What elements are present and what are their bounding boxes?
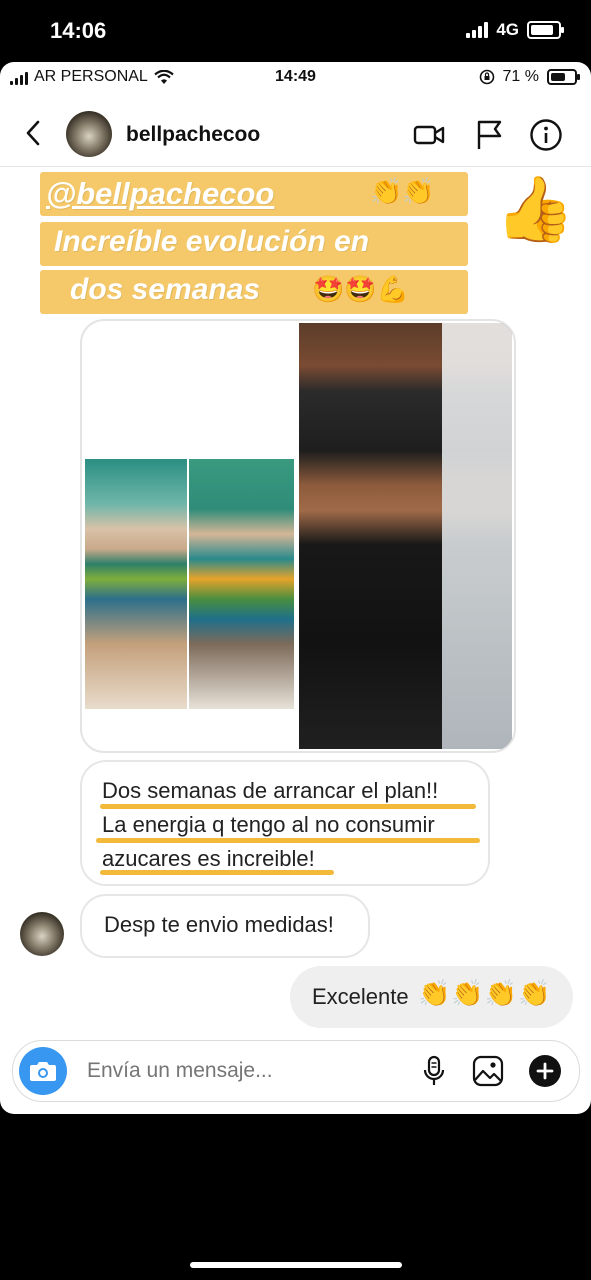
gallery-icon[interactable]: [471, 1054, 505, 1088]
inner-status-bar: AR PERSONAL 14:49 71 %: [0, 62, 591, 92]
camera-button[interactable]: [19, 1047, 67, 1095]
message-line: azucares es increible!: [102, 846, 315, 871]
plus-icon[interactable]: [528, 1054, 562, 1088]
battery-icon: [547, 69, 580, 85]
message-text: Excelente: [312, 984, 409, 1009]
message-bubble-received[interactable]: Desp te envio medidas!: [80, 894, 370, 958]
message-bubble-sent[interactable]: Excelente 👏👏👏👏: [290, 966, 573, 1028]
highlight-stroke: [100, 870, 334, 875]
microphone-icon[interactable]: [417, 1054, 451, 1088]
story-line-2: Increíble evolución en: [54, 225, 370, 258]
video-call-icon[interactable]: [412, 118, 446, 152]
outer-status-icons: 4G: [466, 20, 564, 40]
shared-story-text: @bellpachecoo 👏👏 Increíble evolución en …: [0, 172, 591, 314]
highlight-stroke: [96, 838, 480, 843]
avatar[interactable]: [66, 111, 112, 157]
signal-icon: [466, 22, 489, 38]
message-input[interactable]: [87, 1059, 387, 1083]
battery-percent: 71 %: [502, 68, 539, 85]
home-indicator: [190, 1262, 402, 1268]
story-line-3: dos semanas: [70, 273, 261, 306]
message-bubble-received[interactable]: Dos semanas de arrancar el plan!! La ene…: [80, 760, 490, 886]
inner-status-right: 71 %: [479, 68, 580, 86]
outer-clock: 14:06: [50, 18, 107, 43]
chat-header: bellpachecoo: [0, 102, 591, 167]
clap-emoji: 👏👏: [370, 176, 435, 206]
star-eyes-emoji: 🤩🤩💪: [312, 274, 410, 304]
shared-photo[interactable]: [80, 319, 516, 753]
outer-status-bar: 14:06 4G: [0, 0, 591, 62]
message-text: Desp te envio medidas!: [104, 912, 334, 937]
clap-emoji: 👏👏👏👏: [418, 978, 552, 1008]
story-mention: @bellpachecoo: [46, 176, 275, 211]
dm-screen: AR PERSONAL 14:49 71 % bellpachecoo @bel…: [0, 62, 591, 1114]
back-icon[interactable]: [20, 118, 50, 148]
chat-username[interactable]: bellpachecoo: [126, 123, 260, 147]
message-line: La energia q tengo al no consumir: [102, 812, 435, 837]
info-icon[interactable]: [529, 118, 563, 152]
rotation-lock-icon: [479, 69, 494, 85]
before-photo-side: [189, 459, 294, 709]
before-photo-front: [85, 459, 187, 709]
sender-avatar[interactable]: [20, 912, 64, 956]
message-line: Dos semanas de arrancar el plan!!: [102, 778, 439, 803]
after-photo: [299, 323, 512, 749]
flag-icon[interactable]: [472, 118, 506, 152]
battery-icon: [527, 21, 564, 39]
highlight-stroke: [100, 804, 476, 809]
network-label: 4G: [496, 20, 519, 39]
message-composer: [12, 1040, 580, 1102]
thumbs-up-emoji: 👍: [495, 173, 575, 245]
camera-icon: [30, 1062, 56, 1081]
